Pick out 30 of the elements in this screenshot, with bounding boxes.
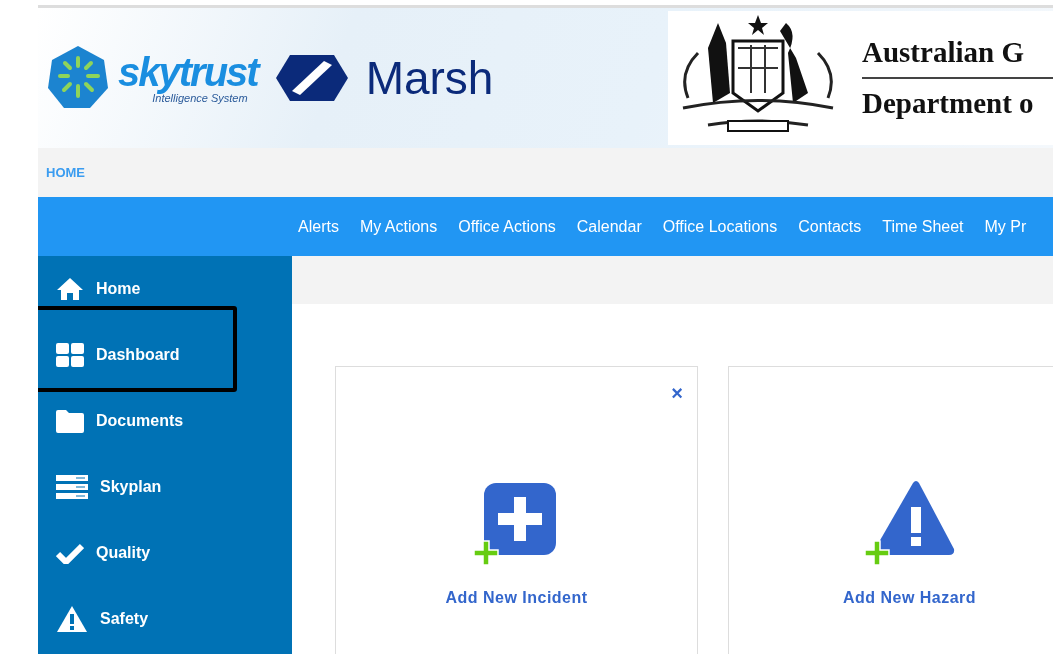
sidebar-item[interactable]: Home	[56, 277, 141, 301]
server-icon	[56, 475, 88, 499]
warning-icon	[56, 605, 88, 633]
nav-link[interactable]: Contacts	[798, 217, 862, 236]
sidebar-item[interactable]: Quality	[56, 542, 151, 564]
nav-link[interactable]: Calendar	[576, 217, 642, 236]
nav-link[interactable]: Alerts	[298, 217, 339, 236]
checkmark-icon	[56, 542, 84, 564]
sidebar-item[interactable]: Skyplan	[56, 475, 162, 499]
hexagon-logo-icon	[275, 55, 348, 101]
government-name: Australian G	[862, 36, 1025, 69]
folder-icon	[56, 409, 84, 433]
close-button[interactable]: ×	[671, 383, 683, 403]
nav-link[interactable]: Office Locations	[662, 217, 778, 236]
card-link[interactable]: Add New Incident	[445, 589, 588, 607]
nav-link[interactable]: My Pr	[984, 217, 1027, 236]
nav-link[interactable]: My Actions	[359, 217, 438, 236]
add-hazard-icon	[864, 479, 955, 567]
brand-logo-text: skytrust	[118, 52, 258, 92]
dashboard-icon	[56, 343, 84, 367]
nav-link[interactable]: Office Actions	[458, 217, 556, 236]
sidebar-item[interactable]: Safety	[56, 605, 149, 633]
nav-link[interactable]: Time Sheet	[882, 217, 964, 236]
sidebar-item[interactable]: Dashboard	[56, 343, 180, 367]
breadcrumb-link[interactable]: HOME	[46, 165, 85, 180]
card-link[interactable]: Add New Hazard	[842, 589, 977, 607]
partner-logo-text: Marsh	[365, 51, 494, 105]
home-icon	[56, 277, 84, 301]
sidebar-item[interactable]: Documents	[56, 409, 184, 433]
department-name: Department o	[862, 87, 1035, 120]
